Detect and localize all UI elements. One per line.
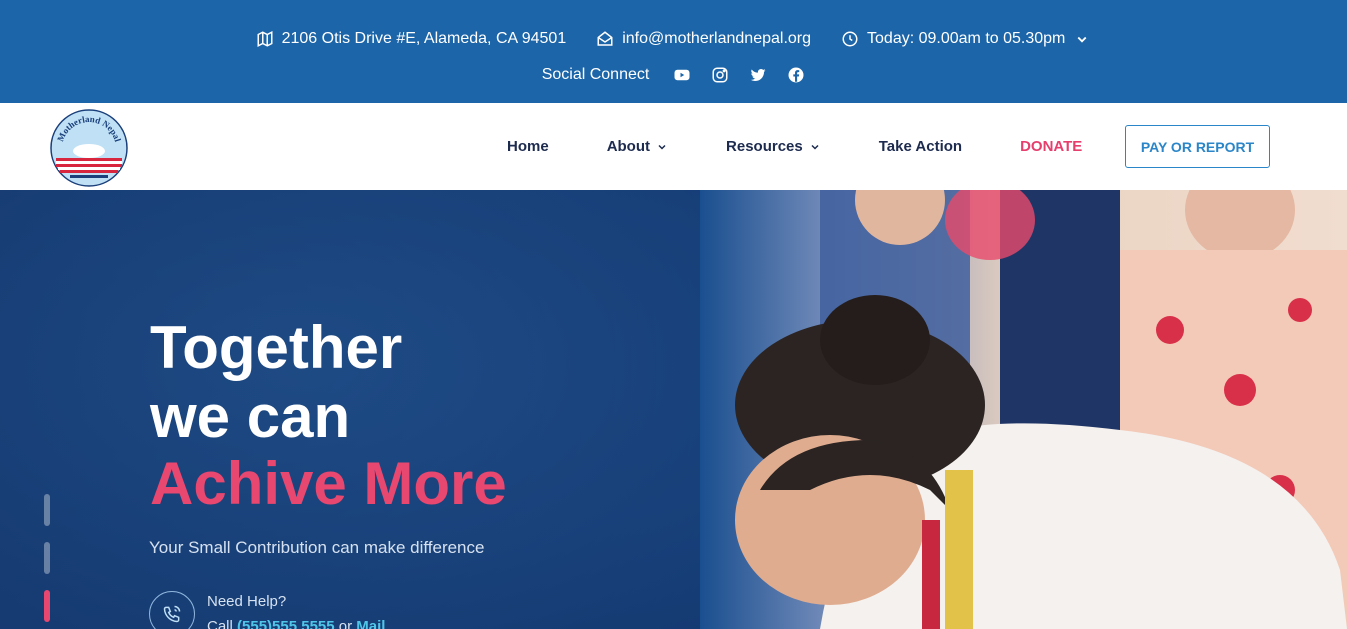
youtube-icon[interactable] (673, 66, 691, 84)
chevron-down-icon (658, 144, 666, 150)
nav-item-about[interactable]: About (607, 138, 668, 155)
top-info-row: 2106 Otis Drive #E, Alameda, CA 94501 in… (0, 30, 1347, 48)
facebook-icon[interactable] (787, 66, 805, 84)
hero-heading-line-2: we can (150, 383, 351, 450)
nav-menu: Home About Resources Take Action DONATE (507, 103, 1140, 190)
or-text: or (334, 618, 357, 629)
hours-item[interactable]: Today: 09.00am to 05.30pm (841, 30, 1091, 48)
main-navigation: Motherland Nepal Home About Resources Ta… (0, 103, 1347, 190)
instagram-icon[interactable] (711, 66, 729, 84)
clock-icon (841, 30, 859, 48)
phone-icon (163, 605, 181, 623)
hero-subtitle: Your Small Contribution can make differe… (149, 538, 485, 557)
hero-photo (700, 190, 1347, 629)
nav-item-resources[interactable]: Resources (726, 138, 821, 155)
top-info-bar: 2106 Otis Drive #E, Alameda, CA 94501 in… (0, 0, 1347, 103)
motherland-nepal-logo: Motherland Nepal (50, 109, 128, 187)
hero-heading-line-3: Achive More (150, 450, 507, 517)
nav-item-donate[interactable]: DONATE (1020, 138, 1082, 155)
nav-item-label: About (606, 138, 651, 155)
slider-dot-active[interactable] (44, 590, 50, 622)
hero-heading-line-1: Together (150, 314, 403, 381)
nav-item-label: Home (507, 138, 549, 155)
nav-item-label: Take Action (878, 138, 963, 155)
nav-item-label: Resources (726, 138, 803, 155)
email-link[interactable]: info@motherlandnepal.org (622, 30, 811, 48)
hero-overlay (0, 190, 760, 629)
slider-dot[interactable] (44, 542, 50, 574)
chevron-down-icon[interactable] (1073, 30, 1091, 48)
social-icons (673, 66, 805, 84)
twitter-icon[interactable] (749, 66, 767, 84)
phone-link[interactable]: (555)555 5555 (237, 618, 335, 629)
address-item: 2106 Otis Drive #E, Alameda, CA 94501 (256, 30, 567, 48)
slider-dot[interactable] (44, 494, 50, 526)
map-icon (256, 30, 274, 48)
chevron-down-icon (811, 144, 819, 150)
need-help-title: Need Help? (207, 593, 287, 610)
phone-icon-circle (149, 591, 195, 629)
nav-item-home[interactable]: Home (507, 138, 549, 155)
email-item[interactable]: info@motherlandnepal.org (596, 30, 811, 48)
help-contact-line: Call (555)555 5555 or Mail (207, 618, 385, 629)
nav-item-label: DONATE (1020, 138, 1083, 155)
social-row: Social Connect (0, 66, 1347, 84)
hours-text: Today: 09.00am to 05.30pm (867, 30, 1066, 47)
address-text: 2106 Otis Drive #E, Alameda, CA 94501 (281, 30, 567, 47)
envelope-open-icon (596, 30, 614, 48)
call-prefix: Call (207, 618, 238, 629)
slider-pagination (44, 494, 52, 629)
hero-section: Together we can Achive More Your Small C… (0, 190, 1347, 629)
pay-or-report-button[interactable]: PAY OR REPORT (1125, 125, 1270, 168)
site-logo[interactable]: Motherland Nepal (50, 109, 128, 187)
mail-link[interactable]: Mail (356, 618, 385, 629)
nav-item-take-action[interactable]: Take Action (879, 138, 962, 155)
social-connect-label: Social Connect (541, 66, 650, 83)
